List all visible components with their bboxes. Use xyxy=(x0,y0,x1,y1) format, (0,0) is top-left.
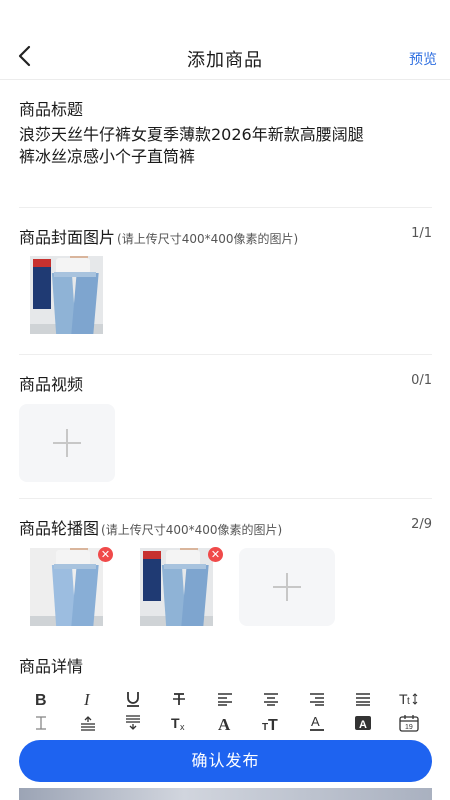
align-right-button[interactable] xyxy=(303,689,331,709)
line-height-icon xyxy=(36,716,46,730)
text-size-icon: Tt xyxy=(399,691,418,707)
cover-image-hint: (请上传尺寸400*400像素的图片) xyxy=(117,232,299,246)
font-family-icon: A xyxy=(218,715,231,731)
font-color-icon: A xyxy=(310,714,324,731)
align-center-button[interactable] xyxy=(257,689,285,709)
align-justify-button[interactable] xyxy=(349,689,377,709)
details-label: 商品详情 xyxy=(19,657,84,676)
page-title: 添加商品 xyxy=(187,50,263,71)
carousel-hint: (请上传尺寸400*400像素的图片) xyxy=(101,523,283,537)
background-color-button[interactable]: A xyxy=(349,713,377,733)
carousel-section: 商品轮播图 (请上传尺寸400*400像素的图片) 2/9 xyxy=(19,515,432,539)
text-size-button[interactable]: Tt xyxy=(395,689,423,709)
align-justify-icon xyxy=(356,693,370,706)
svg-text:T: T xyxy=(171,715,180,731)
carousel-image-2[interactable] xyxy=(140,548,213,626)
svg-text:A: A xyxy=(218,715,231,731)
background-color-icon: A xyxy=(355,716,371,731)
font-color-button[interactable]: A xyxy=(303,713,331,733)
underline-button[interactable] xyxy=(119,689,147,709)
cover-image-count: 1/1 xyxy=(411,226,432,241)
carousel-label: 商品轮播图 xyxy=(19,519,100,538)
font-size-icon: TT xyxy=(262,717,278,731)
paragraph-spacing-up-icon xyxy=(81,716,95,731)
details-section: 商品详情 xyxy=(19,653,432,677)
editor-content-preview xyxy=(19,788,432,800)
align-left-button[interactable] xyxy=(211,689,239,709)
cover-image-section: 商品封面图片 (请上传尺寸400*400像素的图片) 1/1 xyxy=(19,224,432,248)
paragraph-spacing-down-button[interactable] xyxy=(119,713,147,733)
video-section: 商品视频 0/1 xyxy=(19,371,432,395)
carousel-count: 2/9 xyxy=(411,517,432,532)
align-center-icon xyxy=(264,693,278,706)
svg-text:t: t xyxy=(407,696,410,707)
preview-link[interactable]: 预览 xyxy=(409,49,437,69)
calendar-icon: 19 xyxy=(399,715,419,732)
confirm-publish-button[interactable]: 确认发布 xyxy=(19,740,432,782)
svg-text:x: x xyxy=(180,722,185,731)
plus-icon xyxy=(273,573,301,601)
clear-format-icon: Tx xyxy=(171,715,185,731)
product-title-input[interactable]: 浪莎天丝牛仔裤女夏季薄款2026年新款高腰阔腿 裤冰丝凉感小个子直筒裤 xyxy=(19,124,434,168)
underline-icon xyxy=(127,692,139,707)
product-title-label: 商品标题 xyxy=(19,100,84,119)
line-height-button[interactable] xyxy=(27,713,55,733)
product-title-line-2: 裤冰丝凉感小个子直筒裤 xyxy=(19,147,196,166)
svg-text:I: I xyxy=(83,691,91,707)
align-right-icon xyxy=(310,693,324,706)
remove-carousel-image-2-button[interactable]: ✕ xyxy=(208,547,223,562)
product-title-line-1: 浪莎天丝牛仔裤女夏季薄款2026年新款高腰阔腿 xyxy=(19,125,364,144)
insert-date-button[interactable]: 19 xyxy=(395,713,423,733)
paragraph-spacing-up-button[interactable] xyxy=(74,713,102,733)
clear-format-button[interactable]: Tx xyxy=(165,713,193,733)
divider xyxy=(19,354,432,355)
font-family-button[interactable]: A xyxy=(211,713,239,733)
svg-text:19: 19 xyxy=(405,724,413,731)
italic-button[interactable]: I xyxy=(74,689,102,709)
remove-carousel-image-1-button[interactable]: ✕ xyxy=(98,547,113,562)
svg-text:T: T xyxy=(268,717,278,731)
strikethrough-icon xyxy=(173,693,185,705)
paragraph-spacing-down-icon xyxy=(126,715,140,730)
divider xyxy=(19,207,432,208)
carousel-image-1[interactable] xyxy=(30,548,103,626)
svg-text:A: A xyxy=(359,719,367,731)
add-carousel-image-button[interactable] xyxy=(239,548,335,626)
close-icon: ✕ xyxy=(210,548,221,561)
plus-icon xyxy=(53,429,81,457)
font-size-button[interactable]: TT xyxy=(257,713,285,733)
strikethrough-button[interactable] xyxy=(165,689,193,709)
cover-image-label: 商品封面图片 xyxy=(19,228,116,247)
svg-text:B: B xyxy=(35,692,47,707)
add-video-button[interactable] xyxy=(19,404,115,482)
app-header: 添加商品 预览 xyxy=(0,0,450,80)
italic-icon: I xyxy=(83,691,91,707)
divider xyxy=(19,498,432,499)
video-count: 0/1 xyxy=(411,373,432,388)
product-title-section: 商品标题 xyxy=(19,96,432,120)
close-icon: ✕ xyxy=(100,548,111,561)
cover-image-thumbnail[interactable] xyxy=(30,256,103,334)
svg-text:A: A xyxy=(311,714,320,729)
align-left-icon xyxy=(218,693,232,706)
video-label: 商品视频 xyxy=(19,375,84,394)
bold-button[interactable]: B xyxy=(27,689,55,709)
bold-icon: B xyxy=(35,692,47,707)
